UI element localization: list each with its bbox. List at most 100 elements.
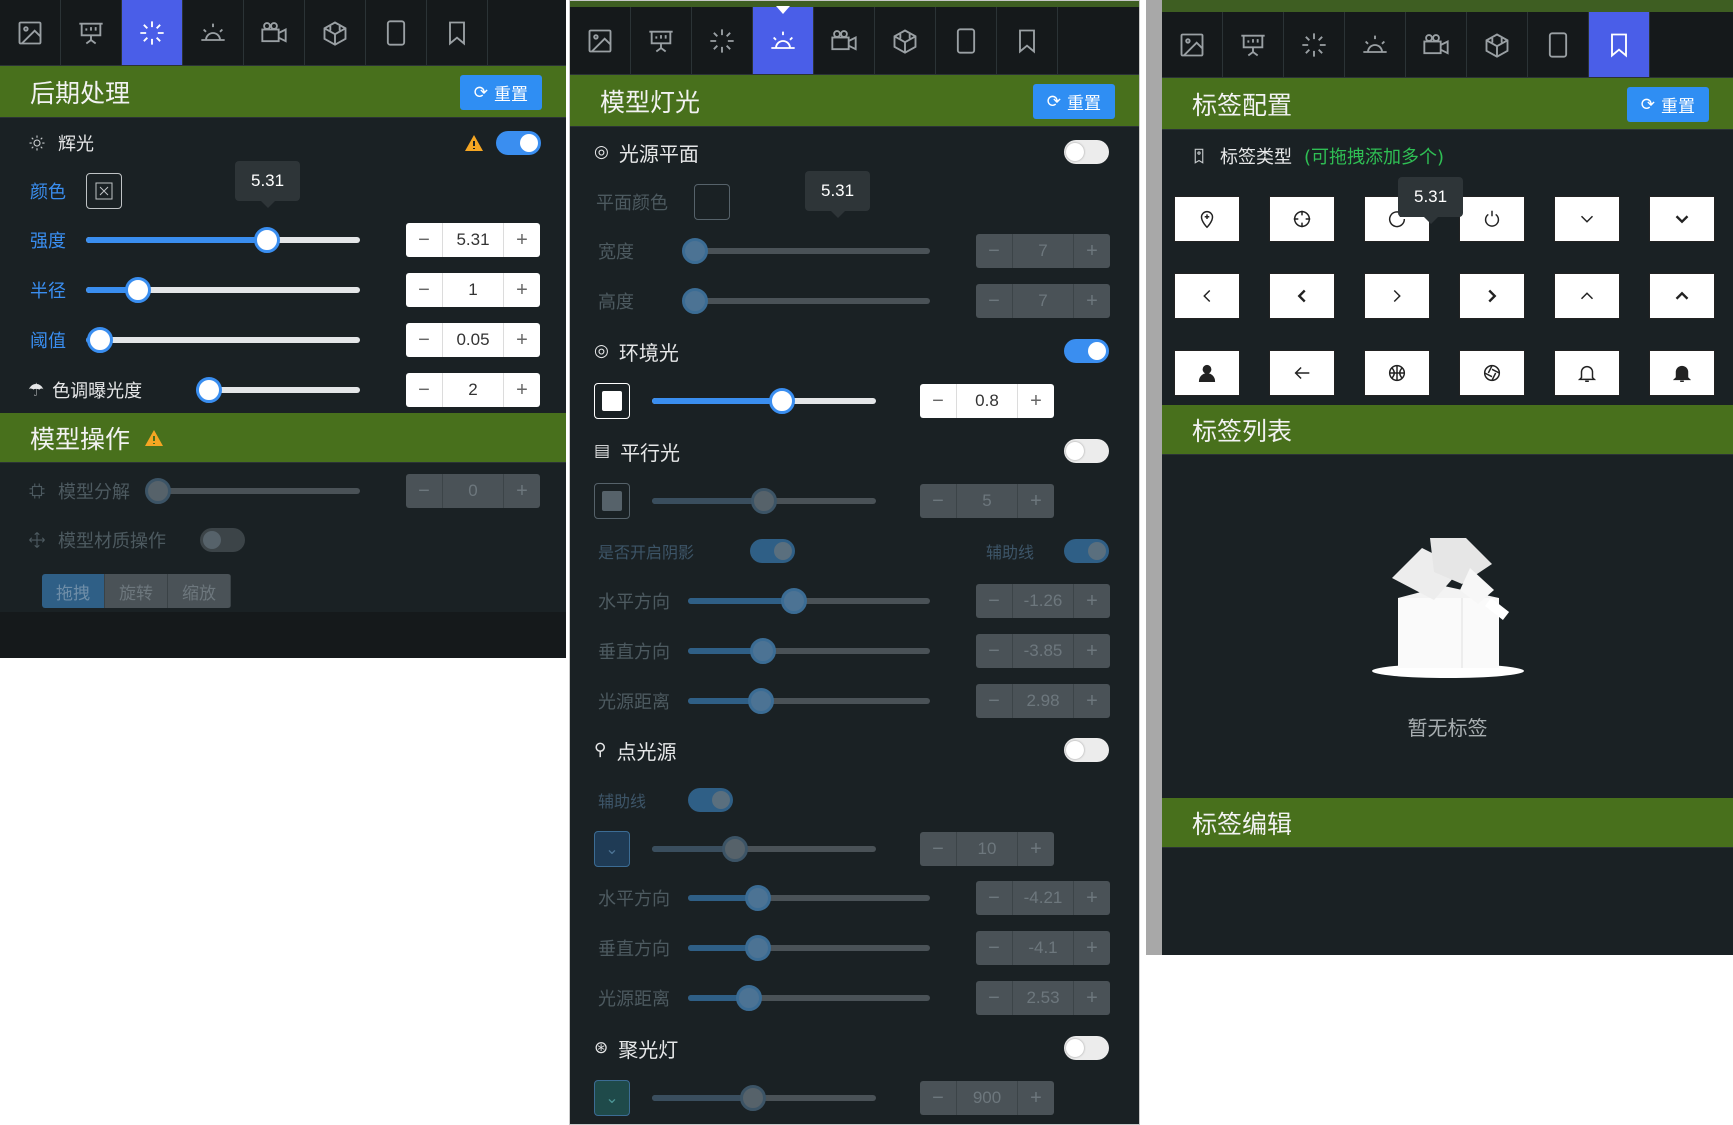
value-stepper[interactable]: −7 + bbox=[976, 284, 1110, 318]
decompose-slider[interactable] bbox=[145, 478, 360, 504]
glow-toggle[interactable] bbox=[496, 131, 541, 155]
label-type-button[interactable] bbox=[1269, 196, 1335, 242]
value-slider[interactable] bbox=[652, 488, 876, 514]
decrement-button[interactable]: − bbox=[976, 881, 1012, 915]
material-toggle[interactable] bbox=[200, 528, 245, 552]
value-stepper[interactable]: −900 + bbox=[920, 1081, 1054, 1115]
value-slider-knob[interactable] bbox=[739, 1085, 766, 1111]
tab-lighting[interactable] bbox=[183, 0, 244, 65]
color-swatch[interactable]: ⌄ bbox=[594, 1080, 630, 1116]
value-slider-knob[interactable] bbox=[682, 238, 709, 264]
value-slider[interactable] bbox=[86, 277, 360, 303]
reset-button[interactable]: ⟳ 重置 bbox=[1626, 87, 1709, 122]
value-stepper[interactable]: −2 + bbox=[406, 373, 540, 407]
increment-button[interactable]: + bbox=[1074, 234, 1110, 268]
value-slider[interactable] bbox=[652, 388, 876, 414]
value-slider[interactable] bbox=[86, 327, 360, 353]
decrement-button[interactable]: − bbox=[976, 931, 1012, 965]
tab-effects[interactable] bbox=[1284, 12, 1345, 77]
segment-scale[interactable]: 缩放 bbox=[168, 574, 231, 608]
increment-button[interactable]: + bbox=[1074, 634, 1110, 668]
increment-button[interactable]: + bbox=[1074, 981, 1110, 1015]
helper-toggle[interactable] bbox=[1064, 539, 1109, 563]
light-plane-row-toggle[interactable] bbox=[1064, 140, 1109, 164]
value-stepper[interactable]: −0.8 + bbox=[920, 384, 1054, 418]
label-type-button[interactable] bbox=[1649, 196, 1715, 242]
increment-button[interactable]: + bbox=[504, 373, 540, 407]
increment-button[interactable]: + bbox=[504, 273, 540, 307]
increment-button[interactable]: + bbox=[504, 223, 540, 257]
increment-button[interactable]: + bbox=[504, 323, 540, 357]
plane-color-picker[interactable] bbox=[694, 184, 730, 220]
tab-presentation[interactable] bbox=[1223, 12, 1284, 77]
value-slider-knob[interactable] bbox=[745, 885, 772, 911]
value-slider[interactable] bbox=[688, 588, 930, 614]
value-stepper[interactable]: −2.53 + bbox=[976, 981, 1110, 1015]
value-stepper[interactable]: −10 + bbox=[920, 832, 1054, 866]
value-slider-knob[interactable] bbox=[125, 277, 152, 303]
tab-effects[interactable] bbox=[122, 0, 183, 65]
decrement-button[interactable]: − bbox=[976, 234, 1012, 268]
label-type-button[interactable] bbox=[1554, 350, 1620, 396]
value-slider[interactable] bbox=[196, 377, 360, 403]
increment-button[interactable]: + bbox=[1074, 684, 1110, 718]
tab-tablet[interactable] bbox=[1528, 12, 1589, 77]
decompose-stepper[interactable]: −0 + bbox=[406, 474, 540, 508]
value-slider-knob[interactable] bbox=[253, 227, 280, 253]
tab-bookmark[interactable] bbox=[427, 0, 488, 65]
color-swatch[interactable] bbox=[594, 483, 630, 519]
increment-button[interactable]: + bbox=[1074, 881, 1110, 915]
value-slider-knob[interactable] bbox=[747, 688, 774, 714]
tab-box[interactable] bbox=[305, 0, 366, 65]
increment-button[interactable]: + bbox=[1074, 584, 1110, 618]
decrement-button[interactable]: − bbox=[406, 223, 442, 257]
value-slider-knob[interactable] bbox=[745, 935, 772, 961]
color-swatch[interactable]: ⌄ bbox=[594, 831, 630, 867]
value-slider[interactable] bbox=[688, 885, 930, 911]
decrement-button[interactable]: − bbox=[976, 584, 1012, 618]
tab-lighting[interactable] bbox=[1345, 12, 1406, 77]
value-slider[interactable] bbox=[688, 638, 930, 664]
label-type-button[interactable] bbox=[1459, 196, 1525, 242]
directional-row-toggle[interactable] bbox=[1064, 439, 1109, 463]
value-slider[interactable] bbox=[682, 238, 930, 264]
value-stepper[interactable]: −7 + bbox=[976, 234, 1110, 268]
value-slider[interactable] bbox=[652, 1085, 876, 1111]
point-helper-toggle[interactable] bbox=[688, 788, 733, 812]
label-type-button[interactable] bbox=[1174, 273, 1240, 319]
decrement-button[interactable]: − bbox=[406, 373, 442, 407]
value-slider-knob[interactable] bbox=[196, 377, 223, 403]
label-type-button[interactable] bbox=[1554, 196, 1620, 242]
segment-drag[interactable]: 拖拽 bbox=[42, 574, 105, 608]
tab-image[interactable] bbox=[0, 0, 61, 65]
value-slider-knob[interactable] bbox=[682, 288, 709, 314]
decrement-button[interactable]: − bbox=[976, 284, 1012, 318]
increment-button[interactable]: + bbox=[1018, 384, 1054, 418]
value-slider[interactable] bbox=[652, 836, 876, 862]
label-type-button[interactable] bbox=[1459, 273, 1525, 319]
increment-button[interactable]: + bbox=[1074, 284, 1110, 318]
spotlight-row-toggle[interactable] bbox=[1064, 1036, 1109, 1060]
increment-button[interactable]: + bbox=[1018, 484, 1054, 518]
value-slider-knob[interactable] bbox=[86, 327, 113, 353]
value-slider-knob[interactable] bbox=[735, 985, 762, 1011]
color-picker[interactable] bbox=[86, 173, 122, 209]
tab-tablet[interactable] bbox=[366, 0, 427, 65]
decrement-button[interactable]: − bbox=[976, 634, 1012, 668]
label-type-button[interactable] bbox=[1174, 350, 1240, 396]
value-slider[interactable] bbox=[688, 688, 930, 714]
color-swatch[interactable] bbox=[594, 383, 630, 419]
tab-box[interactable] bbox=[1467, 12, 1528, 77]
label-type-button[interactable] bbox=[1649, 273, 1715, 319]
value-stepper[interactable]: − -4.1 + bbox=[976, 931, 1110, 965]
value-stepper[interactable]: − -4.21 + bbox=[976, 881, 1110, 915]
value-slider[interactable] bbox=[688, 985, 930, 1011]
reset-button[interactable]: ⟳ 重置 bbox=[459, 75, 542, 110]
value-slider[interactable] bbox=[86, 227, 360, 253]
label-type-button[interactable] bbox=[1174, 196, 1240, 242]
value-slider[interactable] bbox=[682, 288, 930, 314]
tab-bookmark[interactable] bbox=[1589, 12, 1650, 77]
decrement-button[interactable]: − bbox=[920, 1081, 956, 1115]
value-slider-knob[interactable] bbox=[781, 588, 808, 614]
decrement-button[interactable]: − bbox=[920, 384, 956, 418]
